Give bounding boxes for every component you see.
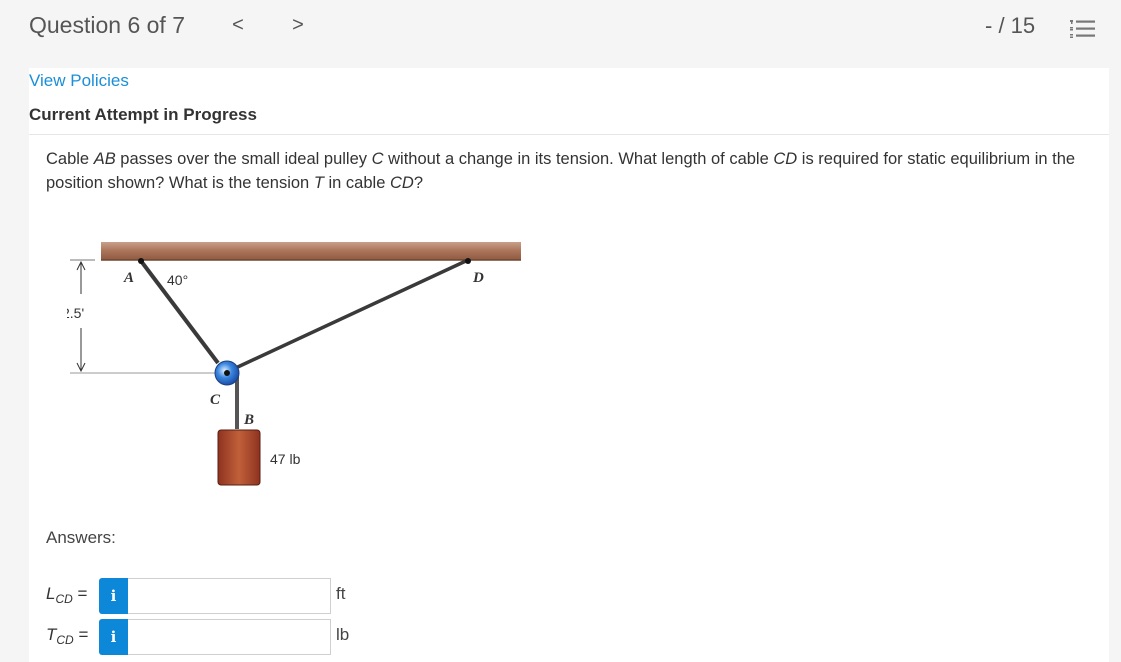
angle-label: 40° <box>167 272 188 288</box>
length-cd-input[interactable] <box>128 578 331 614</box>
previous-question-button[interactable]: < <box>228 14 248 37</box>
question-variable: C <box>371 150 384 168</box>
chevron-left-icon: < <box>232 14 244 36</box>
label-C: C <box>210 392 221 408</box>
question-counter: Question 6 of 7 <box>29 12 185 38</box>
next-question-button[interactable]: > <box>288 14 308 37</box>
info-icon: i <box>110 587 117 605</box>
question-text-run: passes over the small ideal pulley <box>115 150 372 168</box>
ceiling <box>101 242 521 260</box>
question-list-button[interactable] <box>1070 18 1096 40</box>
answer-label-length: LCD = <box>46 584 88 606</box>
anchor-A <box>138 258 144 264</box>
weight-block <box>217 429 261 486</box>
question-text-run: Cable <box>46 150 94 168</box>
question-text-run: ? <box>413 174 423 192</box>
question-variable: AB <box>93 150 116 168</box>
question-variable: CD <box>389 174 414 192</box>
numbered-list-icon <box>1070 20 1095 38</box>
attempt-status: Current Attempt in Progress <box>29 105 257 124</box>
info-button-length[interactable]: i <box>99 578 128 614</box>
answers-label: Answers: <box>46 528 116 547</box>
view-policies-link[interactable]: View Policies <box>29 71 129 91</box>
question-card: View Policies Current Attempt in Progres… <box>29 68 1109 662</box>
info-button-tension[interactable]: i <box>99 619 128 655</box>
question-variable: CD <box>773 150 798 168</box>
tension-cd-input[interactable] <box>128 619 331 655</box>
score-display: - / 15 <box>985 13 1036 38</box>
anchor-D <box>465 258 471 264</box>
label-B: B <box>243 412 254 428</box>
answer-label-tension: TCD = <box>46 625 89 647</box>
pulley-diagram: 2.5' A 40° D C B 47 lb <box>67 242 521 486</box>
chevron-right-icon: > <box>292 14 304 36</box>
question-variable: T <box>313 174 324 192</box>
question-text-run: without a change in its tension. What le… <box>383 150 774 168</box>
question-header: Question 6 of 7 < > - / 15 <box>0 0 1121 68</box>
cable-CD <box>226 258 469 374</box>
label-A: A <box>123 270 134 286</box>
divider <box>29 134 1109 135</box>
length-unit: ft <box>336 584 346 603</box>
question-text: Cable AB passes over the small ideal pul… <box>46 147 1096 195</box>
question-text-run: in cable <box>323 174 390 192</box>
info-icon: i <box>110 628 117 646</box>
weight-label: 47 lb <box>270 451 301 467</box>
dimension-label: 2.5' <box>67 305 84 321</box>
label-D: D <box>472 270 484 286</box>
tension-unit: lb <box>336 625 350 644</box>
